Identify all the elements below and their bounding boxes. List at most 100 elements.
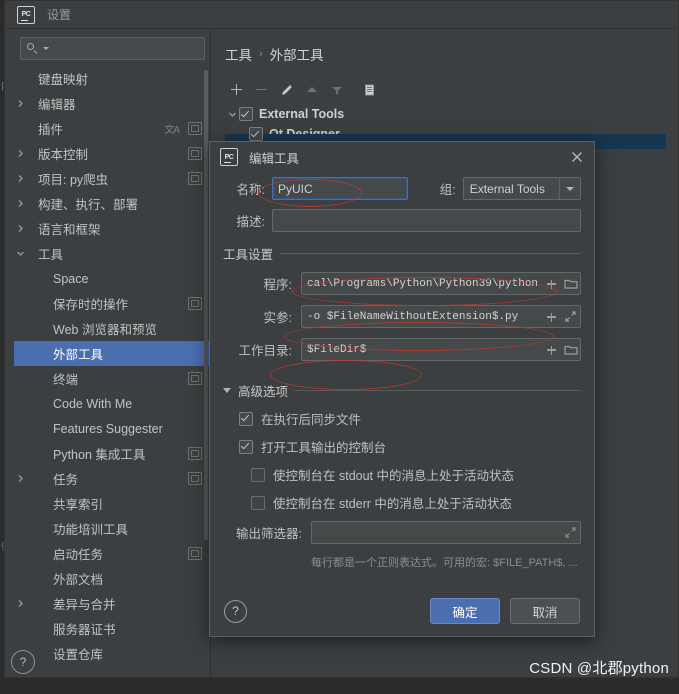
sidebar-item-21[interactable]: 差异与合并 [14, 591, 210, 616]
sidebar-item-20[interactable]: 外部文档 [14, 566, 210, 591]
search-input[interactable] [49, 41, 207, 56]
stderr-active-row[interactable]: 使控制台在 stderr 中的消息上处于活动状态 [223, 493, 581, 512]
arrow-up-icon[interactable] [300, 79, 323, 101]
workdir-field[interactable]: $FileDir$ [301, 338, 581, 361]
checkbox[interactable] [239, 411, 253, 426]
checkbox[interactable] [249, 127, 263, 141]
name-field[interactable]: PyUIC [272, 177, 408, 200]
chevron-right-icon [14, 599, 27, 608]
expand-editor-icon[interactable] [561, 306, 580, 327]
help-icon[interactable]: ? [224, 599, 247, 623]
settings-titlebar: PC 设置 [5, 1, 678, 29]
insert-macro-icon[interactable] [542, 273, 561, 294]
sidebar-item-19[interactable]: 启动任务 [14, 541, 210, 566]
insert-macro-icon[interactable] [542, 306, 561, 327]
sidebar-item-18[interactable]: 功能培训工具 [14, 516, 210, 541]
chevron-down-icon[interactable] [225, 110, 239, 119]
browse-folder-icon[interactable] [561, 273, 580, 294]
checkbox[interactable] [251, 467, 265, 482]
workdir-value: $FileDir$ [307, 343, 367, 356]
sidebar-item-16[interactable]: 任务 [14, 466, 210, 491]
sidebar-item-8[interactable]: Space [14, 266, 210, 291]
sidebar-item-7[interactable]: 工具 [14, 241, 210, 266]
sidebar-item-11[interactable]: 外部工具 [14, 341, 210, 366]
breadcrumb-root[interactable]: 工具 [225, 44, 252, 64]
sidebar-item-17[interactable]: 共享索引 [14, 491, 210, 516]
settings-scope-badge-icon [188, 172, 202, 185]
sidebar-item-14[interactable]: Features Suggester [14, 416, 210, 441]
program-field[interactable]: cal\Programs\Python\Python39\python [301, 272, 581, 295]
copy-icon[interactable] [357, 79, 380, 101]
group-value: External Tools [469, 181, 545, 196]
sidebar-item-15[interactable]: Python 集成工具 [14, 441, 210, 466]
sync-files-row[interactable]: 在执行后同步文件 [223, 409, 581, 428]
sidebar-item-label: 功能培训工具 [53, 523, 129, 537]
sidebar-item-1[interactable]: 编辑器 [14, 91, 210, 116]
arguments-field[interactable]: -o $FileNameWithoutExtension$.py [301, 305, 581, 328]
sidebar-item-12[interactable]: 终端 [14, 366, 210, 391]
tool-settings-title: 工具设置 [223, 248, 274, 262]
ok-button[interactable]: 确定 [430, 598, 500, 624]
description-row: 描述: [223, 209, 581, 232]
breadcrumb: 工具 › 外部工具 [225, 44, 324, 64]
remove-icon[interactable] [250, 79, 273, 101]
settings-scope-badge-icon [188, 472, 202, 485]
sidebar-item-22[interactable]: 服务器证书 [14, 616, 210, 641]
sidebar-item-label: 服务器证书 [53, 623, 116, 637]
checkbox[interactable] [251, 495, 265, 510]
open-console-label: 打开工具输出的控制台 [261, 441, 387, 455]
program-row: 程序: cal\Programs\Python\Python39\python [223, 272, 581, 295]
sidebar-item-label: Code With Me [53, 396, 133, 411]
close-icon[interactable] [569, 149, 585, 165]
insert-macro-icon[interactable] [542, 339, 561, 360]
sidebar-item-2[interactable]: 插件 文A [14, 116, 210, 141]
sidebar-item-13[interactable]: Code With Me [14, 391, 210, 416]
sidebar-item-label: 构建、执行、部署 [38, 198, 139, 212]
sidebar-item-label: 差异与合并 [53, 598, 116, 612]
sidebar-item-9[interactable]: 保存时的操作 [14, 291, 210, 316]
sidebar-item-label: Space [53, 271, 89, 286]
name-group-row: 名称: PyUIC 组: External Tools [223, 177, 581, 200]
help-floating-button[interactable]: ? [11, 650, 35, 674]
sidebar-item-label: 工具 [38, 248, 64, 262]
description-field[interactable] [272, 209, 581, 232]
browse-folder-icon[interactable] [561, 339, 580, 360]
sidebar-item-10[interactable]: Web 浏览器和预览 [14, 316, 210, 341]
workdir-label: 工作目录: [238, 344, 292, 358]
open-console-row[interactable]: 打开工具输出的控制台 [223, 437, 581, 456]
translate-icon: 文A [164, 125, 180, 136]
chevron-down-icon[interactable] [223, 388, 231, 393]
add-icon[interactable] [225, 79, 248, 101]
sidebar-item-0[interactable]: 键盘映射 [14, 66, 210, 91]
dialog-titlebar: PC 编辑工具 [210, 142, 594, 172]
chevron-right-icon [14, 149, 27, 158]
filter-icon[interactable] [325, 79, 348, 101]
arguments-value: -o $FileNameWithoutExtension$.py [307, 310, 519, 323]
sidebar-item-label: 编辑器 [38, 98, 76, 112]
stdout-active-row[interactable]: 使控制台在 stdout 中的消息上处于活动状态 [223, 465, 581, 484]
group-combobox[interactable]: External Tools [462, 177, 581, 200]
stdout-active-label: 使控制台在 stdout 中的消息上处于活动状态 [273, 469, 514, 483]
arguments-row: 实参: -o $FileNameWithoutExtension$.py [223, 305, 581, 328]
sidebar-item-4[interactable]: 项目: py爬虫 [14, 166, 210, 191]
sidebar-item-23[interactable]: 设置仓库 [14, 641, 210, 666]
output-filter-field[interactable] [311, 521, 581, 544]
tree-row[interactable]: External Tools [225, 104, 666, 124]
pencil-icon[interactable] [275, 79, 298, 101]
checkbox[interactable] [239, 439, 253, 454]
chevron-down-icon[interactable] [559, 178, 580, 199]
breadcrumb-current: 外部工具 [269, 48, 324, 63]
sidebar-item-label: 启动任务 [53, 548, 104, 562]
expand-editor-icon[interactable] [561, 522, 580, 543]
search-box[interactable] [20, 37, 207, 60]
output-filter-row: 输出筛选器: [223, 521, 581, 544]
sidebar-item-label: Features Suggester [53, 421, 163, 436]
sidebar-item-label: Web 浏览器和预览 [53, 323, 157, 337]
sidebar-item-3[interactable]: 版本控制 [14, 141, 210, 166]
sidebar-item-5[interactable]: 构建、执行、部署 [14, 191, 210, 216]
sidebar-scrollbar[interactable] [204, 70, 208, 540]
sidebar-item-6[interactable]: 语言和框架 [14, 216, 210, 241]
advanced-section-header[interactable]: 高级选项 [223, 381, 581, 400]
cancel-button[interactable]: 取消 [510, 598, 580, 624]
checkbox[interactable] [239, 107, 253, 121]
